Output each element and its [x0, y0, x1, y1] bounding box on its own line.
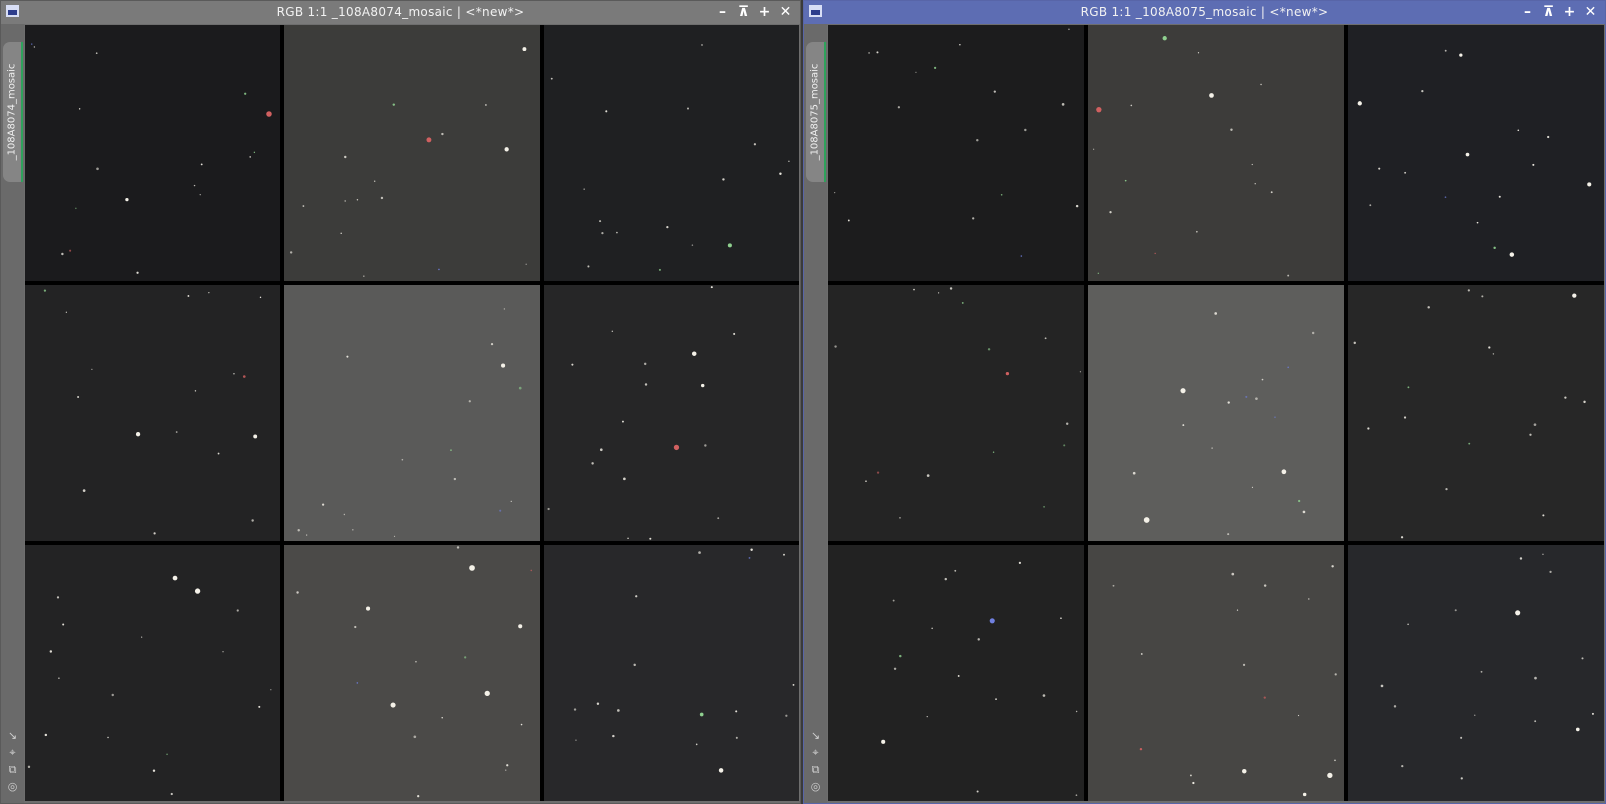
view-sidebar: _108A8074_mosaic ↘ ⌖ ⧉ ◎: [1, 24, 24, 803]
clone-icon[interactable]: ⧉: [808, 761, 823, 778]
mosaic-tile: [543, 285, 799, 541]
mosaic-tile: [1088, 285, 1344, 541]
view-tab-label: _108A8075_mosaic: [809, 63, 821, 161]
mosaic-tile: [284, 545, 540, 801]
image-viewport[interactable]: [828, 25, 1604, 801]
mosaic-tile: [543, 25, 799, 281]
target-icon[interactable]: ◎: [5, 778, 20, 795]
maximize-icon[interactable]: +: [754, 1, 775, 24]
resize-icon[interactable]: ↘: [808, 727, 823, 744]
shade-icon[interactable]: ⊼: [733, 1, 754, 24]
title-bar[interactable]: RGB 1:1 _108A8074_mosaic | <*new*> – ⊼ +…: [1, 1, 800, 24]
view-tab-label: _108A8074_mosaic: [6, 63, 18, 161]
minimize-icon[interactable]: –: [1517, 1, 1538, 24]
fit-view-icon[interactable]: ⌖: [808, 744, 823, 761]
mosaic-tile: [1348, 545, 1604, 801]
mosaic-tile: [828, 285, 1084, 541]
mosaic-tile: [1088, 25, 1344, 281]
image-window-right[interactable]: RGB 1:1 _108A8075_mosaic | <*new*> – ⊼ +…: [803, 0, 1606, 804]
mosaic-tile: [25, 545, 281, 801]
shade-icon[interactable]: ⊼: [1538, 1, 1559, 24]
resize-icon[interactable]: ↘: [5, 727, 20, 744]
window-menu-icon[interactable]: [6, 5, 19, 17]
window-title: RGB 1:1 _108A8074_mosaic | <*new*>: [276, 5, 525, 19]
mosaic-tile: [543, 545, 799, 801]
mosaic-tile: [828, 25, 1084, 281]
close-icon[interactable]: ✕: [775, 1, 796, 24]
image-viewport[interactable]: [25, 25, 799, 801]
mosaic-grid: [25, 25, 799, 801]
view-tab[interactable]: _108A8074_mosaic: [3, 42, 23, 182]
window-menu-icon[interactable]: [809, 5, 822, 17]
mosaic-tile: [828, 545, 1084, 801]
view-sidebar: _108A8075_mosaic ↘ ⌖ ⧉ ◎: [804, 24, 827, 803]
mosaic-tile: [25, 285, 281, 541]
mosaic-tile: [1348, 285, 1604, 541]
mosaic-tile: [25, 25, 281, 281]
image-window-left[interactable]: RGB 1:1 _108A8074_mosaic | <*new*> – ⊼ +…: [0, 0, 801, 804]
mosaic-tile: [1348, 25, 1604, 281]
maximize-icon[interactable]: +: [1559, 1, 1580, 24]
mosaic-tile: [284, 285, 540, 541]
target-icon[interactable]: ◎: [808, 778, 823, 795]
view-tab[interactable]: _108A8075_mosaic: [806, 42, 826, 182]
title-bar[interactable]: RGB 1:1 _108A8075_mosaic | <*new*> – ⊼ +…: [804, 1, 1605, 24]
minimize-icon[interactable]: –: [712, 1, 733, 24]
clone-icon[interactable]: ⧉: [5, 761, 20, 778]
mosaic-tile: [284, 25, 540, 281]
mosaic-grid: [828, 25, 1604, 801]
close-icon[interactable]: ✕: [1580, 1, 1601, 24]
fit-view-icon[interactable]: ⌖: [5, 744, 20, 761]
window-title: RGB 1:1 _108A8075_mosaic | <*new*>: [1080, 5, 1329, 19]
mosaic-tile: [1088, 545, 1344, 801]
